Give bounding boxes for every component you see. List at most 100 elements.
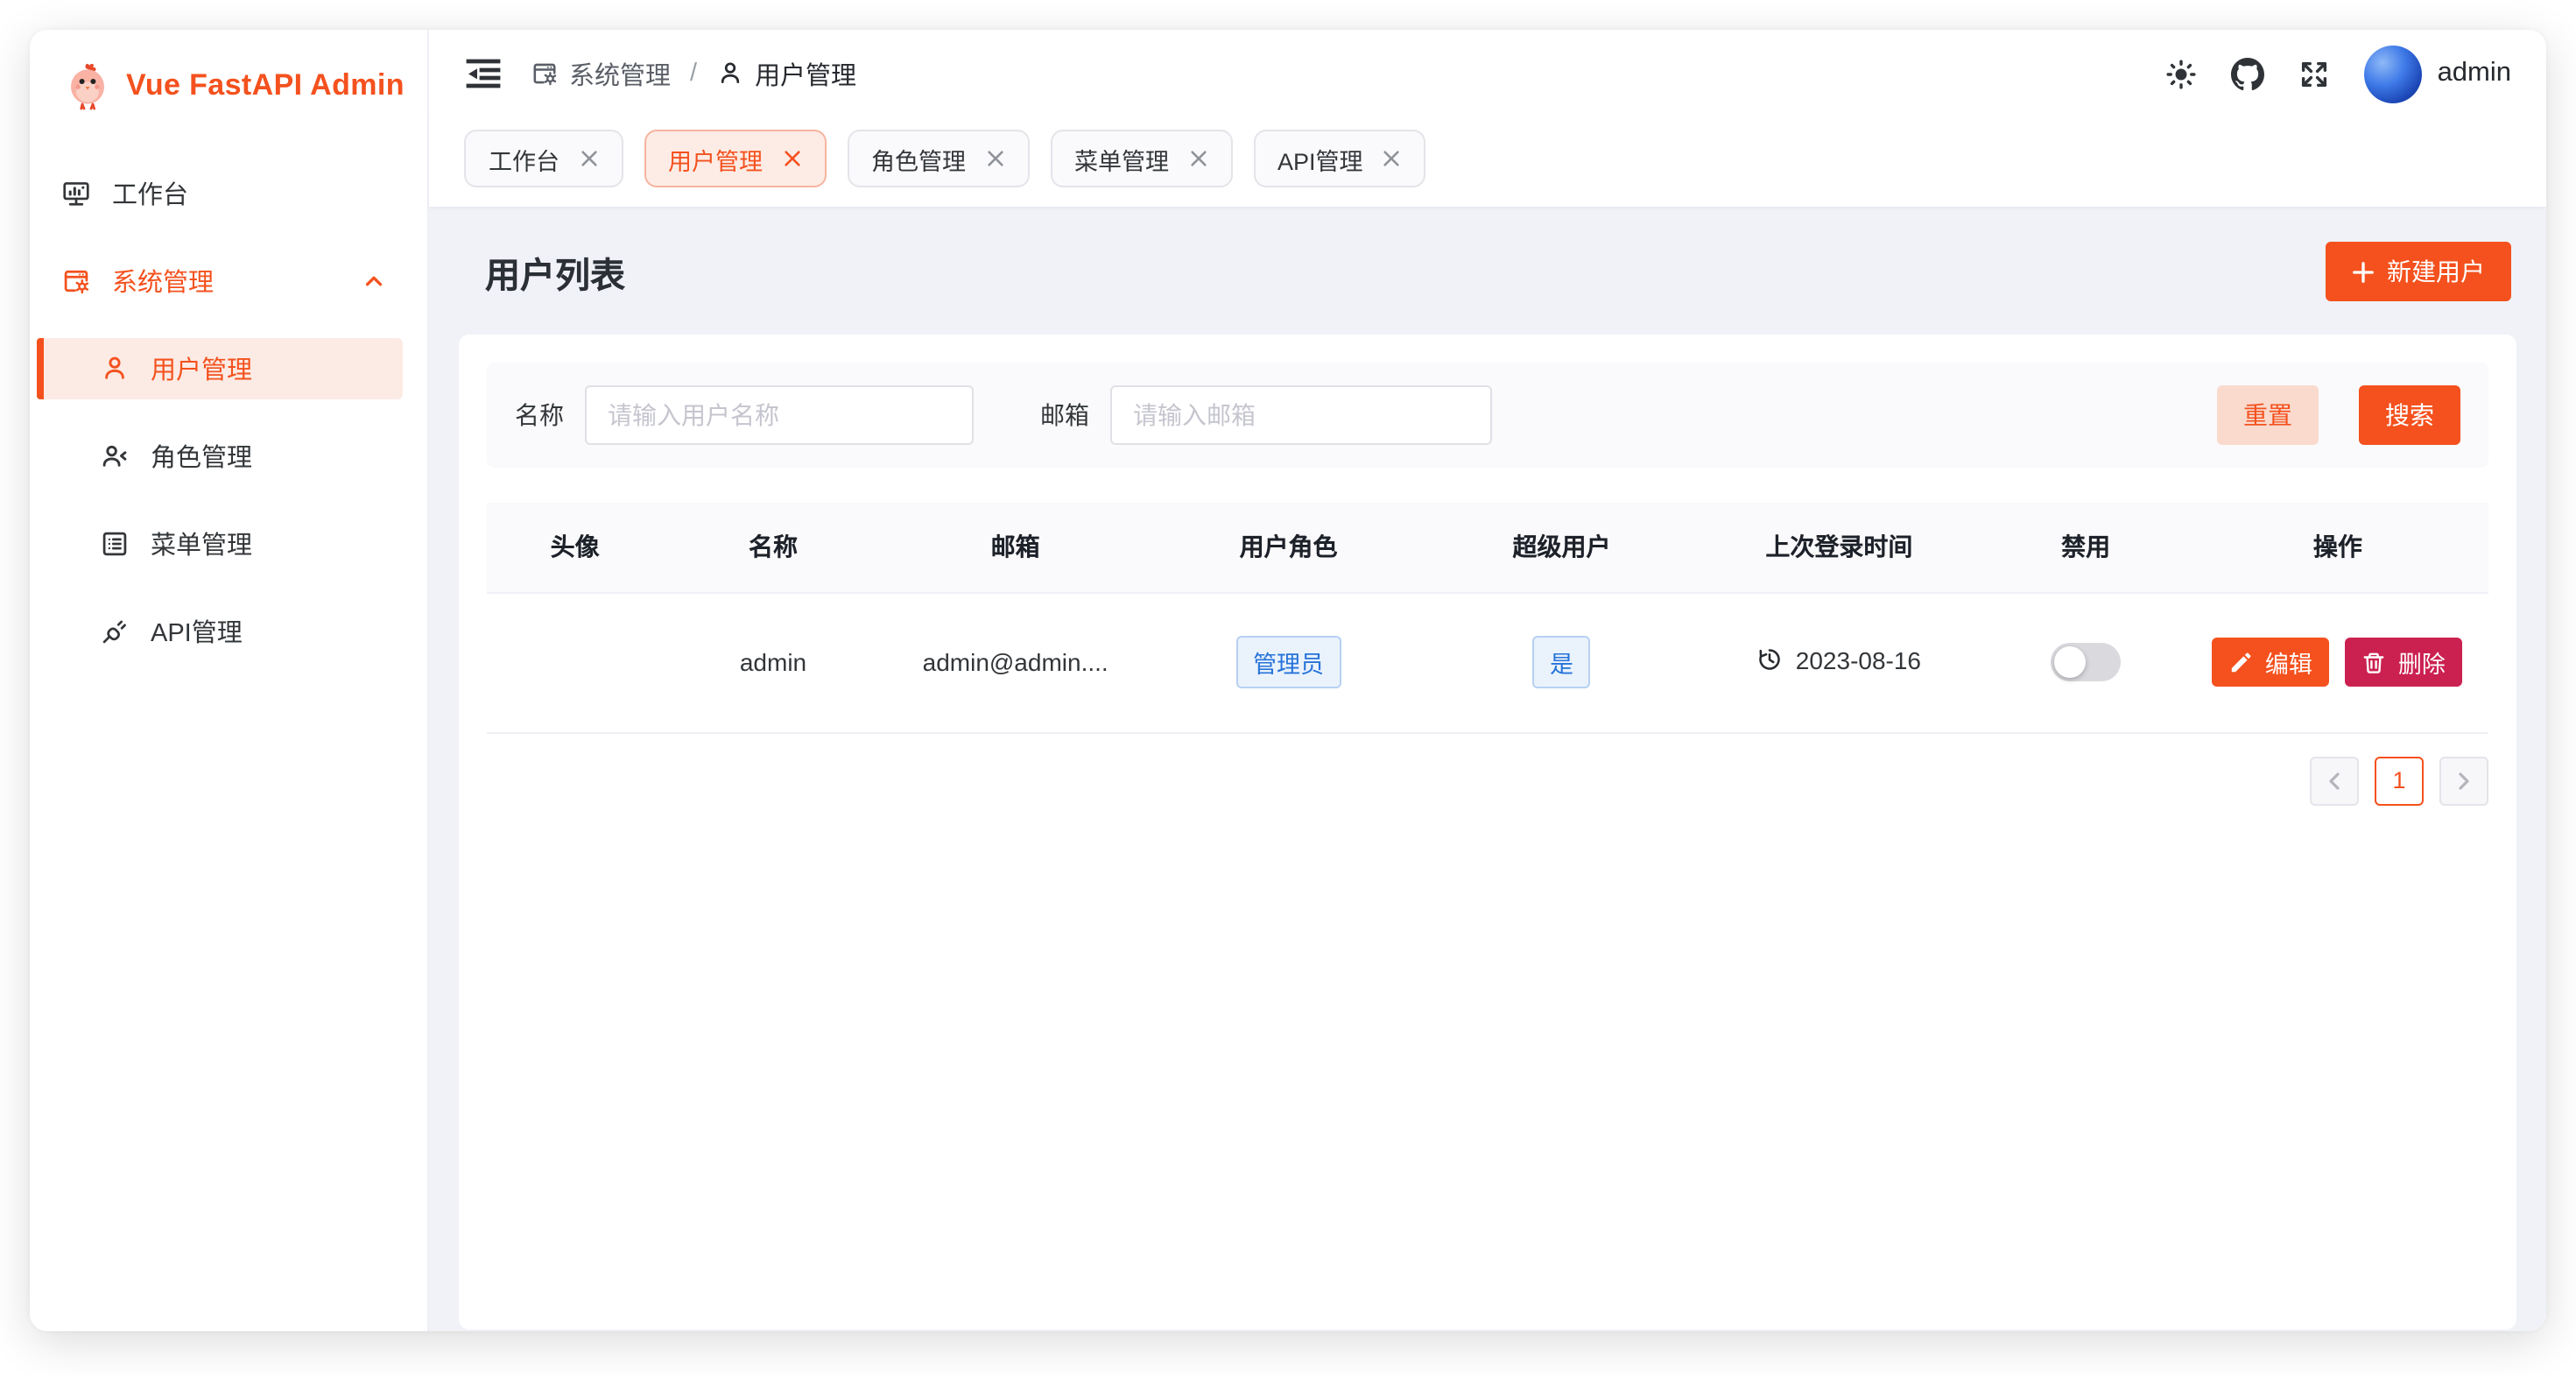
chick-logo-icon (65, 61, 110, 110)
page-content: 用户列表 新建用户 名称 邮箱 重置 (429, 207, 2546, 1331)
pagination: 1 (487, 756, 2488, 805)
main-area: 系统管理 / 用户管理 (429, 30, 2546, 1331)
sidebar-item-roles[interactable]: 角色管理 (37, 426, 403, 487)
tabs-bar: 工作台 用户管理 角色管理 菜单管理 API管理 (429, 117, 2546, 207)
close-icon[interactable] (1188, 149, 1207, 168)
cell-role: 管理员 (1148, 592, 1430, 732)
topbar: 系统管理 / 用户管理 (429, 30, 2546, 117)
cell-avatar (487, 592, 663, 732)
reset-button[interactable]: 重置 (2217, 385, 2319, 445)
page-header: 用户列表 新建用户 (459, 231, 2516, 301)
superuser-badge: 是 (1532, 636, 1591, 688)
sidebar-item-system[interactable]: 系统管理 (37, 250, 403, 312)
close-icon[interactable] (1383, 149, 1402, 168)
breadcrumb: 系统管理 / 用户管理 (531, 55, 856, 92)
column-header-actions: 操作 (2187, 503, 2488, 592)
page-title: 用户列表 (485, 246, 625, 297)
email-filter-input[interactable] (1110, 385, 1492, 445)
email-filter-label: 邮箱 (1040, 398, 1089, 433)
chevron-left-icon (2324, 770, 2345, 791)
column-header-avatar: 头像 (487, 503, 663, 592)
pencil-icon (2230, 651, 2253, 673)
breadcrumb-label: 系统管理 (569, 55, 671, 92)
github-icon[interactable] (2231, 57, 2264, 90)
sidebar-item-label: 用户管理 (151, 350, 252, 387)
disabled-toggle[interactable] (2051, 643, 2121, 681)
edit-button[interactable]: 编辑 (2213, 638, 2330, 687)
user-icon (716, 60, 744, 88)
search-button[interactable]: 搜索 (2359, 385, 2460, 445)
tab-users[interactable]: 用户管理 (644, 130, 826, 187)
last-login-value: 2023-08-16 (1796, 646, 1921, 674)
edit-label: 编辑 (2265, 645, 2312, 680)
sidebar-menu: 工作台 系统管理 (30, 163, 427, 662)
table-card: 名称 邮箱 重置 搜索 (459, 335, 2516, 1329)
sidebar-item-label: API管理 (151, 613, 243, 650)
close-icon[interactable] (579, 149, 598, 168)
filter-bar: 名称 邮箱 重置 搜索 (487, 363, 2488, 468)
fullscreen-icon[interactable] (2298, 57, 2331, 90)
table-header-row: 头像 名称 邮箱 用户角色 超级用户 上次登录时间 禁用 操作 (487, 503, 2488, 592)
tab-roles[interactable]: 角色管理 (847, 130, 1029, 187)
column-header-email: 邮箱 (883, 503, 1148, 592)
tab-label: 角色管理 (871, 141, 966, 176)
column-header-last-login: 上次登录时间 (1693, 503, 1984, 592)
user-menu[interactable]: admin (2364, 45, 2511, 102)
cell-superuser: 是 (1430, 592, 1694, 732)
api-plug-icon (100, 617, 130, 646)
cell-name: admin (663, 592, 883, 732)
sidebar-item-label: 菜单管理 (151, 525, 252, 562)
cell-last-login: 2023-08-16 (1693, 592, 1984, 732)
sidebar-item-apis[interactable]: API管理 (37, 601, 403, 662)
plus-icon (2352, 260, 2375, 283)
column-header-disabled: 禁用 (1984, 503, 2186, 592)
chevron-right-icon (2453, 770, 2474, 791)
breadcrumb-item-users[interactable]: 用户管理 (716, 55, 856, 92)
close-icon[interactable] (782, 149, 801, 168)
tab-apis[interactable]: API管理 (1253, 130, 1426, 187)
tab-menus[interactable]: 菜单管理 (1050, 130, 1232, 187)
role-badge: 管理员 (1235, 636, 1341, 688)
breadcrumb-separator: / (690, 60, 697, 88)
app-window: Vue FastAPI Admin 工作台 (30, 30, 2546, 1331)
username: admin (2438, 58, 2511, 89)
sidebar-item-workbench[interactable]: 工作台 (37, 163, 403, 224)
tab-label: 用户管理 (668, 141, 763, 176)
workbench-icon (61, 179, 91, 208)
system-settings-icon (61, 266, 91, 296)
delete-button[interactable]: 删除 (2346, 638, 2463, 687)
pagination-next-button[interactable] (2439, 756, 2488, 805)
sidebar-item-label: 角色管理 (151, 438, 252, 475)
menu-list-icon (100, 529, 130, 559)
stage: Vue FastAPI Admin 工作台 (0, 0, 2576, 1375)
tab-label: 菜单管理 (1074, 141, 1169, 176)
theme-toggle-sun-icon[interactable] (2164, 57, 2198, 90)
collapse-sidebar-icon[interactable] (464, 54, 503, 93)
close-icon[interactable] (985, 149, 1004, 168)
pagination-page-1[interactable]: 1 (2375, 756, 2424, 805)
toggle-knob (2054, 646, 2086, 678)
filter-actions: 重置 搜索 (2217, 385, 2460, 445)
sidebar-item-users[interactable]: 用户管理 (37, 338, 403, 399)
avatar[interactable] (2364, 45, 2422, 102)
logo-title: Vue FastAPI Admin (126, 68, 405, 103)
cell-disabled (1984, 592, 2186, 732)
users-table: 头像 名称 邮箱 用户角色 超级用户 上次登录时间 禁用 操作 (487, 503, 2488, 733)
app-logo: Vue FastAPI Admin (30, 58, 427, 114)
clock-history-icon (1757, 647, 1784, 673)
column-header-superuser: 超级用户 (1430, 503, 1694, 592)
create-user-label: 新建用户 (2387, 254, 2485, 289)
create-user-button[interactable]: 新建用户 (2326, 242, 2511, 301)
pagination-prev-button[interactable] (2310, 756, 2359, 805)
tab-workbench[interactable]: 工作台 (464, 130, 623, 187)
user-icon (100, 354, 130, 384)
cell-actions: 编辑 删除 (2187, 592, 2488, 732)
name-filter-input[interactable] (585, 385, 974, 445)
tab-label: 工作台 (489, 141, 560, 176)
sidebar: Vue FastAPI Admin 工作台 (30, 30, 429, 1331)
breadcrumb-item-system[interactable]: 系统管理 (531, 55, 671, 92)
breadcrumb-label: 用户管理 (755, 55, 856, 92)
sidebar-item-menus[interactable]: 菜单管理 (37, 513, 403, 575)
chevron-up-icon (362, 270, 385, 293)
tab-label: API管理 (1277, 141, 1363, 176)
